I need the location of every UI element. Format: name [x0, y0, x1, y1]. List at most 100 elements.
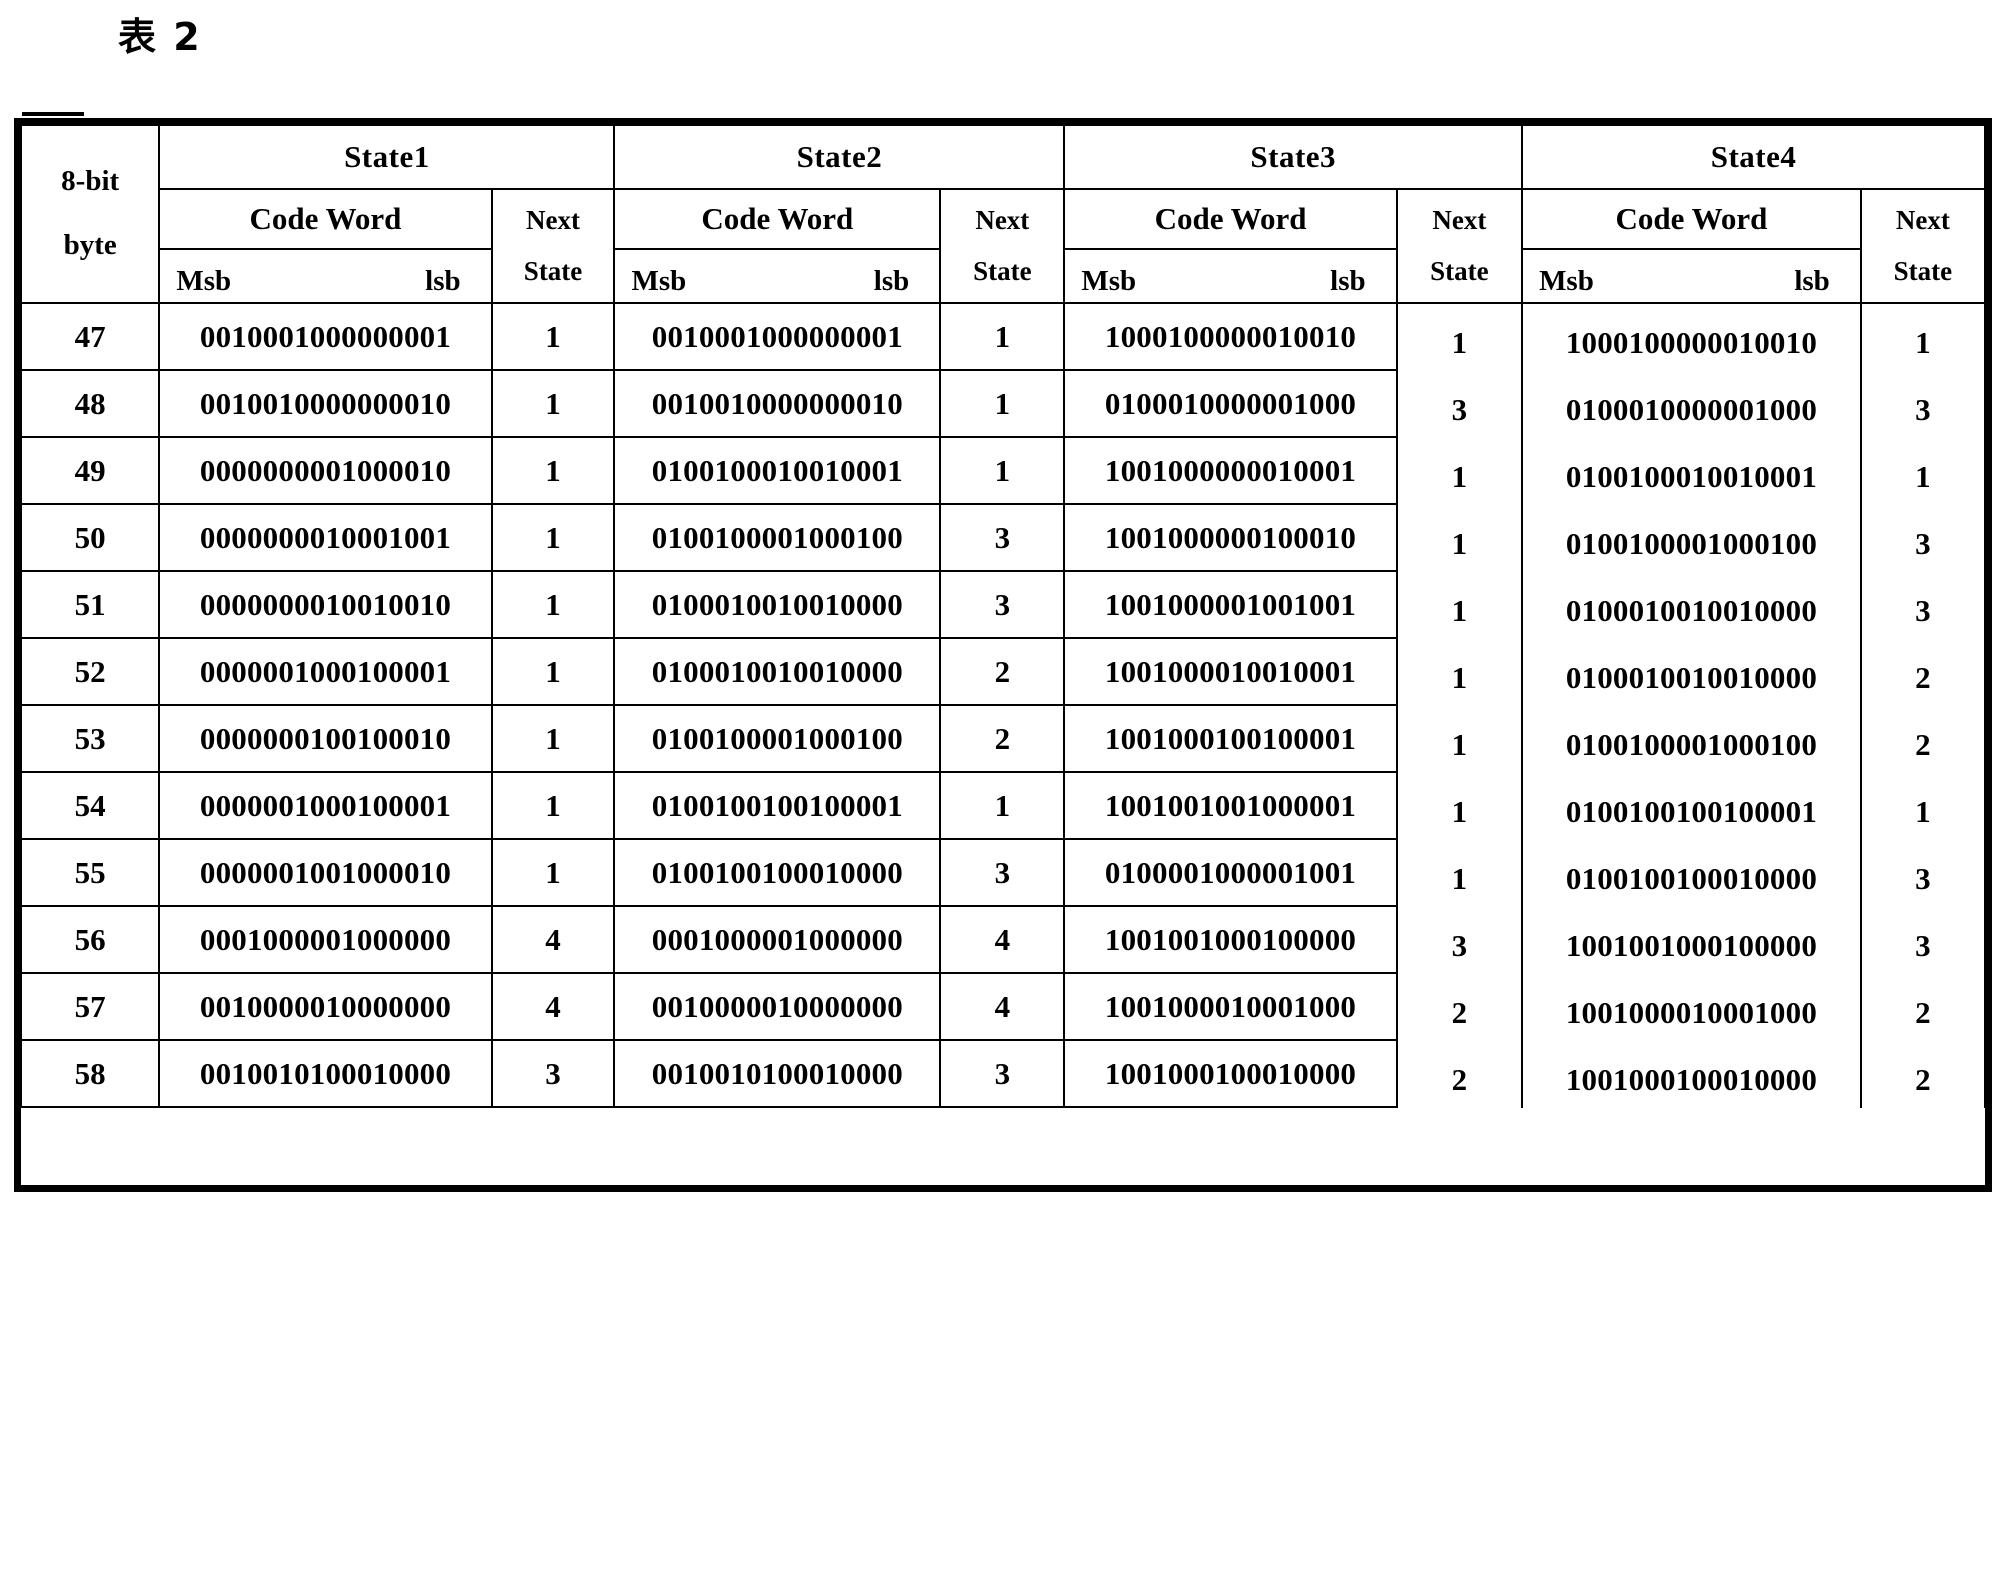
table-row: 55 0000001001000010 1 0100100100010000 3 0100… — [19, 838, 1987, 913]
cell-next-state1: 1 — [490, 369, 616, 438]
cell-code-word-state3: 1000100000010010 — [1063, 302, 1398, 371]
table-row: 48 0010010000000010 1 0010010000000010 1 0100… — [19, 369, 1987, 444]
cell-code-word-state4: 0100100010010001 — [1521, 442, 1862, 511]
cell-code-word-state4: 0100100100010000 — [1521, 844, 1862, 913]
table-row: 57 0010000010000000 4 0010000010000000 4 1001… — [19, 972, 1987, 1047]
table-row: 53 0000000100100010 1 0100100001000100 2 1001… — [19, 704, 1987, 779]
cell-code-word-state2: 0100100100100001 — [613, 771, 942, 840]
cell-byte: 49 — [19, 436, 161, 505]
header-cell-code-word-state1: Code Word — [158, 188, 493, 250]
header-cell-state1: State1 — [158, 124, 616, 190]
cell-byte: 56 — [19, 905, 161, 974]
cell-code-word-state2: 0010010000000010 — [613, 369, 942, 438]
cell-next-state1: 1 — [490, 771, 616, 840]
cell-code-word-state3: 1001000000010001 — [1063, 436, 1398, 505]
header-cell-state4: State4 — [1521, 124, 1986, 190]
cell-next-state3: 3 — [1395, 911, 1524, 980]
cell-next-state2: 1 — [939, 436, 1066, 505]
cell-next-state1: 1 — [490, 704, 616, 773]
cell-code-word-state1: 0010000010000000 — [158, 972, 493, 1041]
cell-code-word-state2: 0100010010010000 — [613, 570, 942, 639]
cell-code-word-state4: 0100100001000100 — [1521, 509, 1862, 578]
header-byte-line1: 8-bit — [61, 165, 120, 198]
header-row-state-names: 8-bit byte State1 State2 State3 State4 — [19, 124, 1986, 304]
cell-next-state4: 3 — [1859, 509, 1987, 578]
cell-code-word-state1: 0010010100010000 — [158, 1039, 493, 1108]
cell-next-state3: 1 — [1395, 844, 1524, 913]
cell-code-word-state3: 1001000010001000 — [1063, 972, 1398, 1041]
cell-code-word-state1: 0000001001000010 — [158, 838, 493, 907]
cell-next-state3: 1 — [1395, 777, 1524, 846]
cell-code-word-state1: 0010001000000001 — [158, 302, 493, 371]
cell-code-word-state3: 1001000100010000 — [1063, 1039, 1398, 1108]
cell-code-word-state2: 0100100100010000 — [613, 838, 942, 907]
msb-label-state2: Msb — [631, 265, 687, 297]
cell-next-state3: 2 — [1395, 978, 1524, 1047]
cell-next-state2: 1 — [939, 369, 1066, 438]
cell-next-state1: 1 — [490, 570, 616, 639]
cell-code-word-state1: 0010010000000010 — [158, 369, 493, 438]
lsb-label-state4: lsb — [1794, 265, 1830, 297]
cell-code-word-state2: 0010001000000001 — [613, 302, 942, 371]
cell-code-word-state2: 0010000010000000 — [613, 972, 942, 1041]
cell-next-state4: 2 — [1859, 1045, 1987, 1114]
header-cell-state2: State2 — [613, 124, 1066, 190]
cell-next-state1: 3 — [490, 1039, 616, 1108]
cell-next-state2: 1 — [939, 302, 1066, 371]
cell-next-state3: 1 — [1395, 710, 1524, 779]
next-label-line1-state1: Next — [526, 204, 581, 235]
cell-byte: 55 — [19, 838, 161, 907]
cell-next-state4: 3 — [1859, 576, 1987, 645]
cell-byte: 51 — [19, 570, 161, 639]
cell-code-word-state1: 0000000010010010 — [158, 570, 493, 639]
cell-code-word-state4: 0100100001000100 — [1521, 710, 1862, 779]
table-row: 47 0010001000000001 1 0010001000000001 1 1000… — [19, 302, 1987, 377]
cell-next-state4: 3 — [1859, 844, 1987, 913]
cell-code-word-state2: 0100100001000100 — [613, 503, 942, 572]
lsb-label-state3: lsb — [1330, 265, 1366, 297]
cell-next-state1: 1 — [490, 503, 616, 572]
lsb-label-state1: lsb — [425, 265, 461, 297]
cell-next-state1: 4 — [490, 905, 616, 974]
cell-byte: 52 — [19, 637, 161, 706]
table-body: 47 0010001000000001 1 0010001000000001 1 1000… — [19, 302, 1987, 1114]
scan-artifact-mark — [22, 112, 84, 116]
cell-code-word-state2: 0100100010010001 — [613, 436, 942, 505]
header-cell-next-state2: Next State — [939, 188, 1066, 304]
table-caption: 表 2 — [118, 6, 202, 61]
table-row: 52 0000001000100001 1 0100010010010000 2 1001… — [19, 637, 1987, 712]
header-cell-code-word-state2: Code Word — [613, 188, 942, 250]
next-label-line1-state3: Next — [1432, 204, 1487, 235]
cell-next-state2: 4 — [939, 905, 1066, 974]
cell-byte: 48 — [19, 369, 161, 438]
next-label-line2-state4: State — [1893, 256, 1953, 286]
cell-byte: 57 — [19, 972, 161, 1041]
table-caption-text: 表 2 — [118, 15, 202, 59]
cell-code-word-state1: 0000001000100001 — [158, 771, 493, 840]
cell-code-word-state4: 1001000100010000 — [1521, 1045, 1862, 1114]
cell-code-word-state3: 0100010000001000 — [1063, 369, 1398, 438]
cell-next-state2: 4 — [939, 972, 1066, 1041]
cell-next-state2: 3 — [939, 1039, 1066, 1108]
cell-next-state3: 1 — [1395, 509, 1524, 578]
cell-code-word-state3: 1001000010010001 — [1063, 637, 1398, 706]
next-label-line2-state3: State — [1430, 256, 1489, 286]
cell-next-state1: 1 — [490, 637, 616, 706]
cell-code-word-state4: 1001001000100000 — [1521, 911, 1862, 980]
cell-code-word-state4: 0100010000001000 — [1521, 375, 1862, 444]
cell-next-state2: 2 — [939, 637, 1066, 706]
cell-next-state2: 1 — [939, 771, 1066, 840]
cell-next-state4: 2 — [1859, 710, 1987, 779]
cell-code-word-state4: 0100010010010000 — [1521, 643, 1862, 712]
cell-code-word-state2: 0100100001000100 — [613, 704, 942, 773]
cell-code-word-state3: 1001000100100001 — [1063, 704, 1398, 773]
header-byte-line2: byte — [63, 229, 117, 261]
cell-next-state2: 2 — [939, 704, 1066, 773]
header-cell-msb-lsb-state4: Msb lsb — [1521, 248, 1862, 304]
cell-next-state4: 1 — [1859, 777, 1987, 846]
table-row: 58 0010010100010000 3 0010010100010000 3 1001… — [19, 1039, 1987, 1114]
cell-next-state3: 2 — [1395, 1045, 1524, 1114]
cell-byte: 47 — [19, 302, 161, 371]
cell-next-state3: 1 — [1395, 576, 1524, 645]
msb-label-state3: Msb — [1081, 265, 1137, 297]
